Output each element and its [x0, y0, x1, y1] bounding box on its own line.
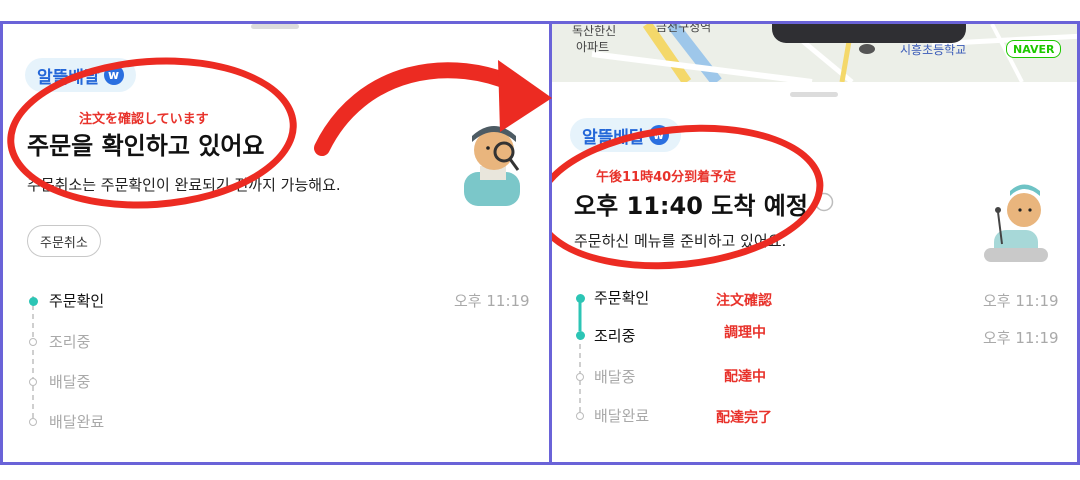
step-label-delivering: 배달중	[49, 373, 91, 391]
step-dot-pending	[28, 378, 37, 386]
naver-logo: NAVER	[1006, 40, 1062, 58]
step-dot-pending	[28, 338, 37, 346]
step-dot-pending	[575, 373, 584, 381]
step-label-delivering: 배달중	[594, 368, 636, 386]
map-label: 시흥초등학교	[900, 43, 967, 57]
step-label-cooking: 조리중	[49, 333, 91, 351]
step-dot-done	[575, 331, 585, 340]
step-time-cooking: 오후 11:19	[983, 329, 1059, 347]
step-label-delivered: 배달완료	[594, 407, 650, 425]
map-pin-icon	[859, 44, 875, 54]
step-label-order-confirmed: 주문확인	[49, 292, 105, 310]
step-dot-done	[28, 297, 38, 306]
order-status-sheet: 알뜰배달 w 午後11時40分到着予定 오후 11:40 도착 예정 주문하신 …	[552, 82, 1077, 462]
map-label: 아파트	[576, 40, 610, 54]
step-time-order-confirmed: 오후 11:19	[983, 292, 1059, 310]
step-dot-pending	[575, 412, 584, 420]
map-label: 금천구청역	[656, 24, 712, 34]
sheet-drag-handle[interactable]	[251, 24, 299, 29]
jp-annotation-step: 配達中	[724, 369, 766, 385]
jp-annotation-step: 注文確認	[716, 293, 772, 309]
jp-annotation-step: 調理中	[724, 325, 766, 341]
step-dot-done	[575, 294, 585, 303]
jp-annotation-step: 配達完了	[716, 410, 772, 426]
transition-arrow-icon	[314, 60, 552, 156]
sheet-drag-handle[interactable]	[790, 92, 838, 97]
step-label-delivered: 배달완료	[49, 413, 105, 431]
cancel-order-button[interactable]: 주문취소	[27, 225, 101, 257]
map-label: 독산한신	[572, 24, 617, 38]
step-label-order-confirmed: 주문확인	[594, 289, 650, 307]
delivery-map[interactable]: 독산한신 아파트 금천구청역 시흥초등학교 NAVER	[552, 24, 1077, 82]
delivery-character-illustration	[984, 184, 1048, 262]
order-status-panel-after: 독산한신 아파트 금천구청역 시흥초등학교 NAVER 알뜰배달 w 午後11時…	[549, 21, 1080, 465]
step-label-cooking: 조리중	[594, 327, 636, 345]
step-dot-pending	[28, 418, 37, 426]
step-time-order-confirmed: 오후 11:19	[454, 292, 530, 310]
